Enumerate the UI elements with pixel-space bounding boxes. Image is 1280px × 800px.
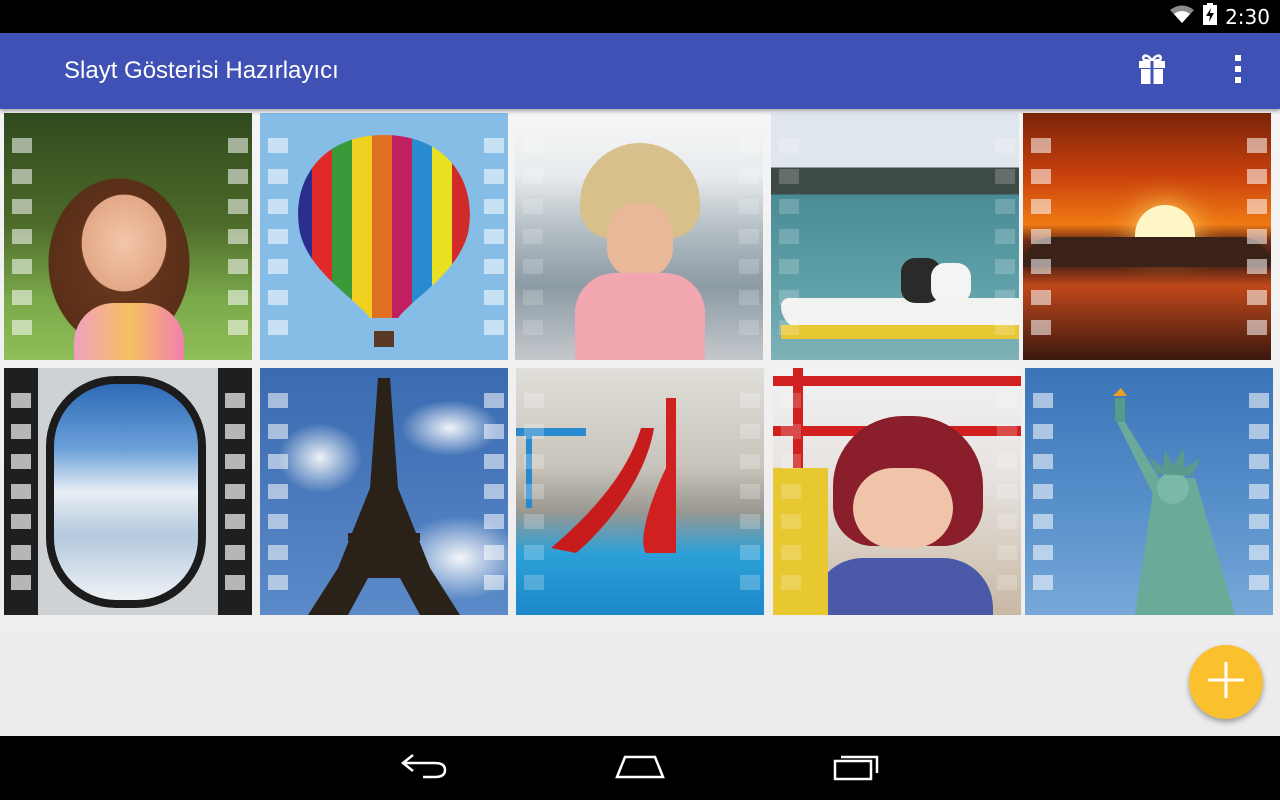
overflow-menu-icon bbox=[1234, 54, 1242, 88]
slideshow-tile-hot-air-balloon[interactable] bbox=[260, 113, 508, 360]
slideshow-tile-girl-helmet[interactable] bbox=[773, 368, 1021, 615]
slideshow-tile-sunset[interactable] bbox=[1023, 113, 1271, 360]
photo-airplane-window bbox=[4, 368, 252, 615]
slideshow-tile-airplane-window[interactable] bbox=[4, 368, 252, 615]
photo-statue-of-liberty bbox=[1025, 368, 1273, 615]
slideshow-tile-girl-sun-hat[interactable] bbox=[515, 113, 763, 360]
photo-girl-sun-hat bbox=[515, 113, 763, 360]
film-holes-right bbox=[218, 368, 252, 615]
slideshow-tile-girl-smiling[interactable] bbox=[4, 113, 252, 360]
plus-icon bbox=[1206, 660, 1246, 705]
film-holes-left bbox=[4, 368, 38, 615]
film-holes-right bbox=[997, 368, 1017, 615]
film-holes-left bbox=[1031, 113, 1051, 360]
photo-girl-helmet bbox=[773, 368, 1021, 615]
navigation-bar bbox=[0, 736, 1280, 800]
photo-pedal-boat bbox=[771, 113, 1019, 360]
slideshow-tile-pedal-boat[interactable] bbox=[771, 113, 1019, 360]
back-icon bbox=[400, 753, 447, 784]
film-holes-right bbox=[484, 368, 504, 615]
film-holes-left bbox=[268, 368, 288, 615]
film-holes-left bbox=[12, 113, 32, 360]
screen: 2:30 Slayt Gösterisi Hazırlayıcı bbox=[0, 0, 1280, 800]
app-bar: Slayt Gösterisi Hazırlayıcı bbox=[0, 33, 1280, 109]
film-holes-right bbox=[1247, 113, 1267, 360]
gift-icon bbox=[1138, 53, 1166, 90]
slideshow-tile-water-slide[interactable] bbox=[516, 368, 764, 615]
photo-hot-air-balloon bbox=[260, 113, 508, 360]
photo-eiffel-tower bbox=[260, 368, 508, 615]
recents-icon bbox=[833, 751, 879, 786]
photo-sunset bbox=[1023, 113, 1271, 360]
recents-button[interactable] bbox=[826, 750, 886, 786]
film-holes-right bbox=[1249, 368, 1269, 615]
content-area bbox=[0, 109, 1280, 736]
wifi-icon bbox=[1169, 4, 1195, 29]
status-time: 2:30 bbox=[1225, 4, 1270, 29]
film-holes-left bbox=[1033, 368, 1053, 615]
film-holes-right bbox=[995, 113, 1015, 360]
battery-charging-icon bbox=[1203, 3, 1218, 30]
film-holes-right bbox=[228, 113, 248, 360]
slideshow-tile-eiffel-tower[interactable] bbox=[260, 368, 508, 615]
photo-water-slide bbox=[516, 368, 764, 615]
gift-button[interactable] bbox=[1132, 51, 1172, 91]
status-icons: 2:30 bbox=[1169, 0, 1270, 33]
back-button[interactable] bbox=[394, 750, 454, 786]
home-button[interactable] bbox=[610, 750, 670, 786]
film-holes-right bbox=[739, 113, 759, 360]
slideshow-tile-statue-of-liberty[interactable] bbox=[1025, 368, 1273, 615]
film-holes-left bbox=[779, 113, 799, 360]
add-slideshow-button[interactable] bbox=[1189, 645, 1263, 719]
film-holes-right bbox=[740, 368, 760, 615]
app-title: Slayt Gösterisi Hazırlayıcı bbox=[64, 57, 339, 84]
film-holes-left bbox=[781, 368, 801, 615]
film-holes-left bbox=[524, 368, 544, 615]
film-holes-right bbox=[484, 113, 504, 360]
film-holes-left bbox=[523, 113, 543, 360]
photo-girl-smiling bbox=[4, 113, 252, 360]
home-icon bbox=[615, 753, 665, 784]
status-bar: 2:30 bbox=[0, 0, 1280, 33]
film-holes-left bbox=[268, 113, 288, 360]
overflow-menu-button[interactable] bbox=[1218, 51, 1258, 91]
